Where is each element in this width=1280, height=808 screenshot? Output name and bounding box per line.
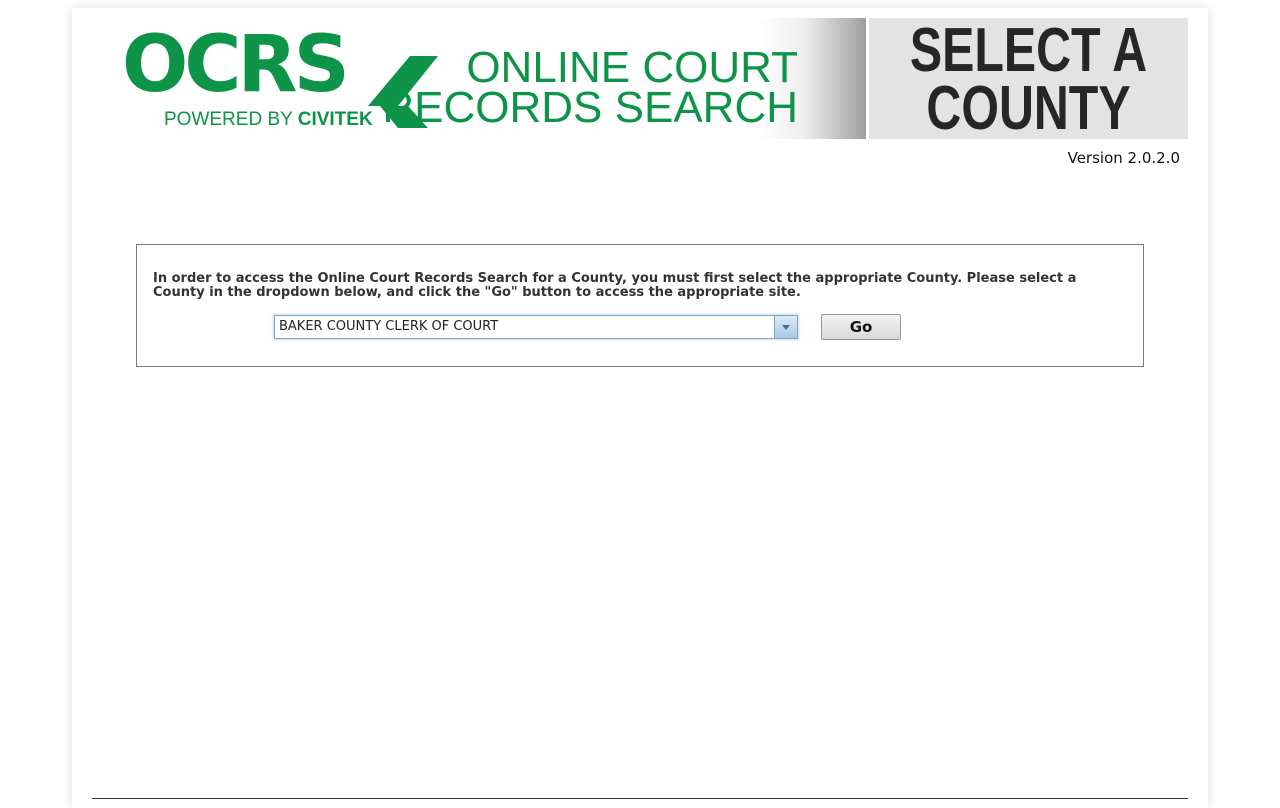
site-title: ONLINE COURT RECORDS SEARCH: [382, 43, 798, 132]
county-dropdown-value: BAKER COUNTY CLERK OF COURT: [279, 319, 499, 334]
ocrs-logo: OCRS: [122, 20, 350, 110]
logo-tagline-brand: CIVITEK: [297, 109, 373, 130]
county-selection-box: In order to access the Online Court Reco…: [136, 244, 1144, 367]
logo-tagline: POWERED BY CIVITEK: [164, 108, 373, 132]
dropdown-arrow-button[interactable]: [774, 316, 797, 338]
footer-divider: [92, 798, 1188, 799]
select-county-panel: SELECT A COUNTY: [869, 16, 1188, 143]
county-dropdown[interactable]: BAKER COUNTY CLERK OF COURT: [274, 315, 798, 339]
header-banner: OCRS POWERED BY CIVITEK ONLINE COURT REC…: [92, 18, 866, 139]
select-county-heading: SELECT A COUNTY: [909, 16, 1148, 143]
go-button[interactable]: Go: [821, 314, 901, 340]
version-label: Version 2.0.2.0: [1067, 149, 1180, 167]
logo-tagline-prefix: POWERED BY: [164, 109, 298, 130]
chevron-down-icon: [782, 325, 790, 330]
instructions-text: In order to access the Online Court Reco…: [153, 271, 1077, 300]
page-container: OCRS POWERED BY CIVITEK ONLINE COURT REC…: [72, 8, 1208, 808]
